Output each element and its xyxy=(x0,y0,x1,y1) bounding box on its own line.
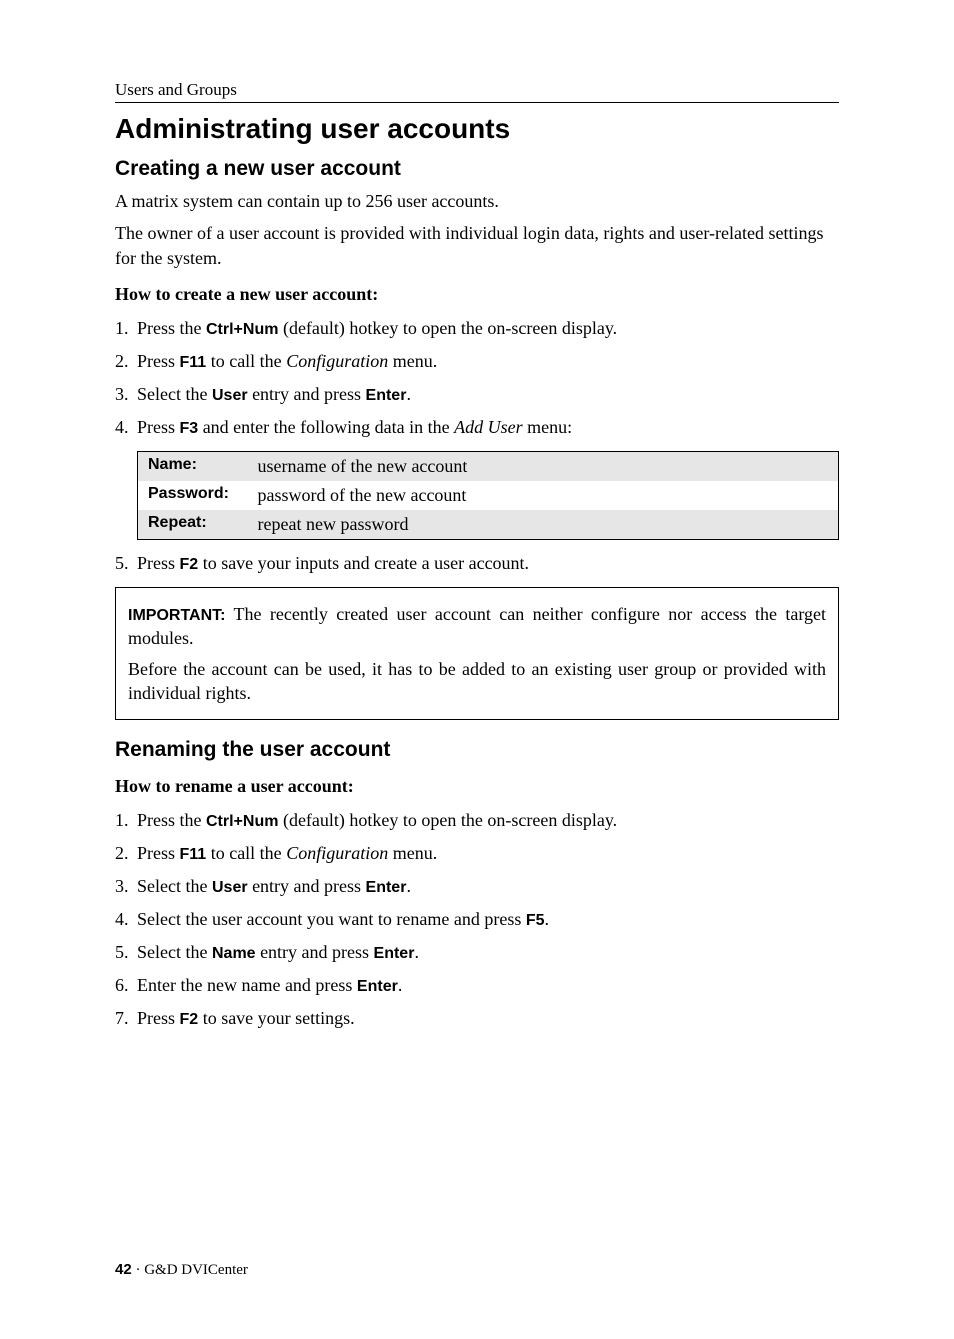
text: Select the user account you want to rena… xyxy=(137,909,526,929)
text: entry and press xyxy=(256,942,374,962)
text: menu. xyxy=(388,351,437,371)
kbd-enter: Enter xyxy=(366,879,407,896)
text: entry and press xyxy=(248,384,366,404)
important-note: IMPORTANT: The recently created user acc… xyxy=(115,587,839,720)
cell-name-label: Name: xyxy=(138,451,248,481)
ui-user: User xyxy=(212,879,248,896)
text: Select the xyxy=(137,942,212,962)
kbd-f11: F11 xyxy=(180,846,207,863)
create-step-1: Press the Ctrl+Num (default) hotkey to o… xyxy=(115,315,839,342)
text: to save your settings. xyxy=(198,1008,354,1028)
create-step-4: Press F3 and enter the following data in… xyxy=(115,414,839,441)
note-p2: Before the account can be used, it has t… xyxy=(128,657,826,706)
create-p1: A matrix system can contain up to 256 us… xyxy=(115,189,839,213)
cell-password-label: Password: xyxy=(138,481,248,510)
text: (default) hotkey to open the on-screen d… xyxy=(278,318,617,338)
footer-product: G&D DVICenter xyxy=(144,1262,248,1278)
kbd-enter: Enter xyxy=(357,978,398,995)
text: The recently created user account can ne… xyxy=(128,604,826,649)
text: Press xyxy=(137,351,180,371)
text: . xyxy=(398,975,403,995)
kbd-f11: F11 xyxy=(180,354,207,371)
rename-step-7: Press F2 to save your settings. xyxy=(115,1005,839,1032)
text: . xyxy=(406,384,411,404)
page: Users and Groups Administrating user acc… xyxy=(0,0,954,1339)
cell-repeat-label: Repeat: xyxy=(138,510,248,540)
table-row: Password: password of the new account xyxy=(138,481,839,510)
rename-step-6: Enter the new name and press Enter. xyxy=(115,972,839,999)
rename-step-4: Select the user account you want to rena… xyxy=(115,906,839,933)
kbd-f2: F2 xyxy=(180,556,199,573)
kbd-ctrl-num: Ctrl+Num xyxy=(206,813,278,830)
text: to call the xyxy=(206,351,286,371)
kbd-f2: F2 xyxy=(180,1011,199,1028)
text: entry and press xyxy=(248,876,366,896)
table-row: Name: username of the new account xyxy=(138,451,839,481)
text: . xyxy=(406,876,411,896)
kbd-enter: Enter xyxy=(374,945,415,962)
create-step-2: Press F11 to call the Configuration menu… xyxy=(115,348,839,375)
page-number: 42 xyxy=(115,1261,132,1278)
cell-repeat-val: repeat new password xyxy=(248,510,839,540)
footer: 42 · G&D DVICenter xyxy=(115,1261,248,1279)
text: Press xyxy=(137,417,180,437)
kbd-f5: F5 xyxy=(526,912,545,929)
create-step-3: Select the User entry and press Enter. xyxy=(115,381,839,408)
menu-configuration: Configuration xyxy=(286,843,388,863)
create-step-5: Press F2 to save your inputs and create … xyxy=(115,550,839,577)
create-steps: Press the Ctrl+Num (default) hotkey to o… xyxy=(115,315,839,441)
top-rule xyxy=(115,102,839,103)
h1-administrating: Administrating user accounts xyxy=(115,113,839,145)
text: menu: xyxy=(523,417,573,437)
rename-step-5: Select the Name entry and press Enter. xyxy=(115,939,839,966)
note-p1: IMPORTANT: The recently created user acc… xyxy=(128,602,826,651)
text: Press the xyxy=(137,810,206,830)
text: Enter the new name and press xyxy=(137,975,357,995)
rename-howto: How to rename a user account: xyxy=(115,776,839,797)
menu-add-user: Add User xyxy=(454,417,523,437)
create-steps-cont: Press F2 to save your inputs and create … xyxy=(115,550,839,577)
text: Press xyxy=(137,1008,180,1028)
kbd-enter: Enter xyxy=(366,387,407,404)
menu-configuration: Configuration xyxy=(286,351,388,371)
text: (default) hotkey to open the on-screen d… xyxy=(278,810,617,830)
note-label: IMPORTANT: xyxy=(128,607,225,624)
rename-step-2: Press F11 to call the Configuration menu… xyxy=(115,840,839,867)
text: Select the xyxy=(137,384,212,404)
text: and enter the following data in the xyxy=(198,417,454,437)
cell-password-val: password of the new account xyxy=(248,481,839,510)
h2-creating: Creating a new user account xyxy=(115,157,839,181)
kbd-f3: F3 xyxy=(180,420,199,437)
kbd-ctrl-num: Ctrl+Num xyxy=(206,321,278,338)
text: . xyxy=(545,909,550,929)
text: Press xyxy=(137,843,180,863)
text: Press the xyxy=(137,318,206,338)
text: Select the xyxy=(137,876,212,896)
create-howto: How to create a new user account: xyxy=(115,284,839,305)
running-head: Users and Groups xyxy=(115,80,839,100)
ui-name: Name xyxy=(212,945,256,962)
add-user-table: Name: username of the new account Passwo… xyxy=(137,451,839,540)
h2-renaming: Renaming the user account xyxy=(115,738,839,762)
ui-user: User xyxy=(212,387,248,404)
rename-step-3: Select the User entry and press Enter. xyxy=(115,873,839,900)
footer-sep: · xyxy=(132,1262,145,1278)
text: . xyxy=(414,942,419,962)
create-p2: The owner of a user account is provided … xyxy=(115,221,839,270)
text: to save your inputs and create a user ac… xyxy=(198,553,529,573)
text: Press xyxy=(137,553,180,573)
text: menu. xyxy=(388,843,437,863)
table-row: Repeat: repeat new password xyxy=(138,510,839,540)
text: to call the xyxy=(206,843,286,863)
rename-steps: Press the Ctrl+Num (default) hotkey to o… xyxy=(115,807,839,1032)
rename-step-1: Press the Ctrl+Num (default) hotkey to o… xyxy=(115,807,839,834)
cell-name-val: username of the new account xyxy=(248,451,839,481)
